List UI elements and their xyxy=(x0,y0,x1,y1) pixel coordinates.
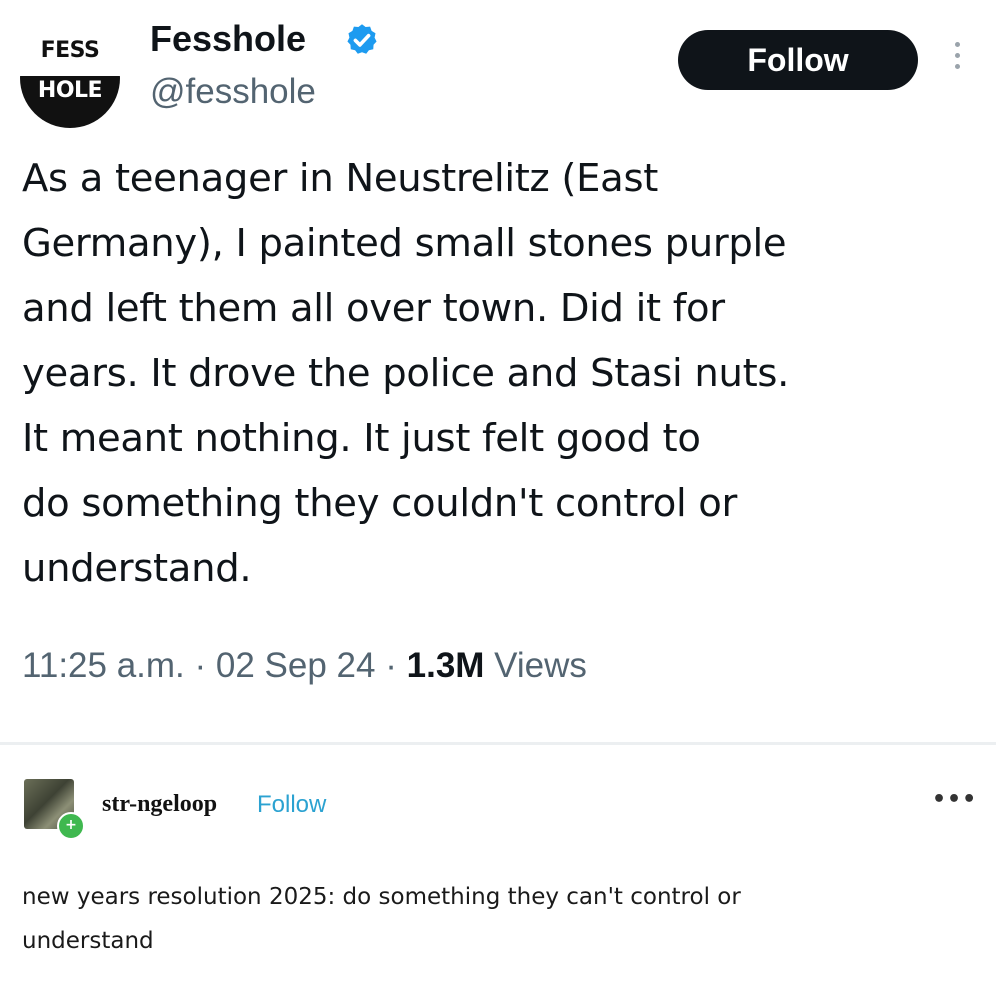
views-label: Views xyxy=(494,646,587,685)
add-badge-icon[interactable]: + xyxy=(57,812,85,840)
reply-username[interactable]: str-ngeloop xyxy=(102,791,217,818)
tweet-text: As a teenager in Neustrelitz (East Germa… xyxy=(22,146,972,601)
tweet-text-line: Germany), I painted small stones purple xyxy=(22,221,787,266)
avatar-text-top: FESS xyxy=(40,38,100,63)
reply-follow-link[interactable]: Follow xyxy=(257,791,326,819)
handle[interactable]: @fesshole xyxy=(150,72,316,112)
tweet-text-line: and left them all over town. Did it for xyxy=(22,286,725,331)
reply-text-line: new years resolution 2025: do something … xyxy=(22,884,741,910)
more-options-icon[interactable] xyxy=(950,42,964,78)
meta-separator: · xyxy=(385,646,397,685)
tweet-text-line: do something they couldn't control or xyxy=(22,481,738,526)
avatar-text-bottom: HOLE xyxy=(37,78,103,103)
reply-post: + str-ngeloop Follow ••• new years resol… xyxy=(0,745,996,1000)
reply-text-line: understand xyxy=(22,928,154,954)
tweet-time[interactable]: 11:25 a.m. xyxy=(22,646,185,685)
tweet-text-line: It meant nothing. It just felt good to xyxy=(22,416,701,461)
follow-button[interactable]: Follow xyxy=(678,30,918,90)
tweet-card: FESS HOLE Fesshole @fesshole Follow As a… xyxy=(0,0,996,742)
tweet-date[interactable]: 02 Sep 24 xyxy=(216,646,376,685)
tweet-text-line: understand. xyxy=(22,546,252,591)
avatar[interactable]: FESS HOLE xyxy=(20,28,120,128)
verified-badge-icon xyxy=(347,24,377,54)
meta-separator: · xyxy=(194,646,207,685)
tweet-text-line: As a teenager in Neustrelitz (East xyxy=(22,156,658,201)
tweet-text-line: years. It drove the police and Stasi nut… xyxy=(22,351,790,396)
display-name[interactable]: Fesshole xyxy=(150,18,306,60)
views-count: 1.3M xyxy=(406,646,485,685)
reply-text: new years resolution 2025: do something … xyxy=(22,875,972,963)
tweet-meta: 11:25 a.m. · 02 Sep 24 · 1.3M Views xyxy=(22,646,587,686)
reply-more-icon[interactable]: ••• xyxy=(932,787,977,812)
